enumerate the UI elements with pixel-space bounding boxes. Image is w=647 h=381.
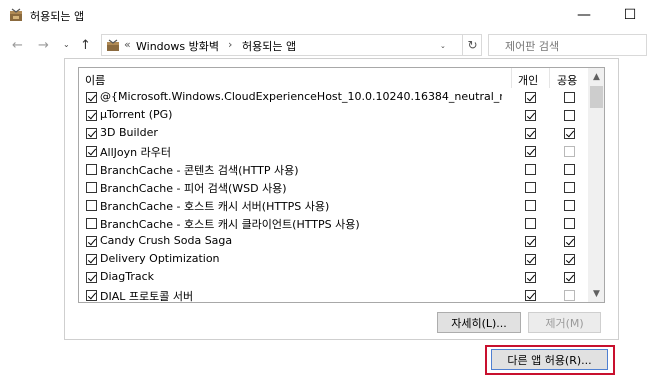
up-arrow-icon[interactable]: ↑ (80, 38, 91, 53)
app-name-label: DiagTrack (100, 270, 155, 283)
maximize-button[interactable]: ☐ (612, 0, 647, 30)
app-name-label: BranchCache - 피어 검색(WSD 사용) (100, 182, 287, 195)
minimize-button[interactable]: — (566, 0, 602, 30)
app-name-label: BranchCache - 호스트 캐시 서버(HTTPS 사용) (100, 200, 330, 213)
private-network-checkbox[interactable] (525, 218, 536, 229)
public-network-checkbox[interactable] (564, 182, 575, 193)
private-network-checkbox[interactable] (525, 92, 536, 103)
app-enabled-checkbox[interactable] (86, 200, 97, 211)
forward-arrow-icon[interactable]: → (38, 38, 49, 53)
app-enabled-checkbox[interactable] (86, 290, 97, 301)
breadcrumb-separator-icon[interactable]: › (228, 38, 232, 51)
allow-another-app-button[interactable]: 다른 앱 허용(R)... (491, 349, 608, 370)
list-row[interactable]: AllJoyn 라우터 (79, 142, 589, 160)
search-input[interactable]: 제어판 검색 (488, 34, 647, 56)
private-network-checkbox[interactable] (525, 254, 536, 265)
column-divider (511, 68, 512, 88)
app-name-label: BranchCache - 호스트 캐시 클라이언트(HTTPS 사용) (100, 218, 360, 231)
list-row[interactable]: BranchCache - 호스트 캐시 서버(HTTPS 사용) (79, 196, 589, 214)
title-bar: 허용되는 앱 — ☐ (0, 0, 647, 30)
column-divider (549, 68, 550, 88)
app-enabled-checkbox[interactable] (86, 164, 97, 175)
public-network-checkbox[interactable] (564, 92, 575, 103)
app-enabled-checkbox[interactable] (86, 128, 97, 139)
public-network-checkbox[interactable] (564, 164, 575, 175)
private-network-checkbox[interactable] (525, 200, 536, 211)
list-row[interactable]: µTorrent (PG) (79, 106, 589, 124)
private-network-checkbox[interactable] (525, 110, 536, 121)
column-header-private[interactable]: 개인 (518, 72, 538, 88)
public-network-checkbox (564, 146, 575, 157)
private-network-checkbox[interactable] (525, 164, 536, 175)
app-enabled-checkbox[interactable] (86, 218, 97, 229)
vertical-scrollbar[interactable]: ▲ ▼ (588, 68, 604, 302)
list-row[interactable]: BranchCache - 피어 검색(WSD 사용) (79, 178, 589, 196)
app-enabled-checkbox[interactable] (86, 146, 97, 157)
app-name-label: µTorrent (PG) (100, 108, 173, 121)
public-network-checkbox[interactable] (564, 272, 575, 283)
private-network-checkbox[interactable] (525, 290, 536, 301)
firewall-app-icon (10, 8, 22, 21)
address-bar[interactable]: « Windows 방화벽 › 허용되는 앱 ⌄ (101, 34, 482, 56)
recent-locations-chevron-icon[interactable]: ⌄ (63, 40, 70, 49)
public-network-checkbox[interactable] (564, 254, 575, 265)
details-button[interactable]: 자세히(L)... (437, 312, 521, 333)
app-name-label: DIAL 프로토콜 서버 (100, 290, 194, 303)
breadcrumb-windows-firewall[interactable]: Windows 방화벽 (136, 38, 219, 54)
private-network-checkbox[interactable] (525, 128, 536, 139)
app-enabled-checkbox[interactable] (86, 110, 97, 121)
address-root-chevron[interactable]: « (124, 38, 131, 51)
list-row[interactable]: BranchCache - 콘텐츠 검색(HTTP 사용) (79, 160, 589, 178)
list-row[interactable]: Candy Crush Soda Saga (79, 232, 589, 250)
breadcrumb-allowed-apps[interactable]: 허용되는 앱 (242, 38, 296, 54)
scrollbar-thumb[interactable] (590, 86, 603, 108)
public-network-checkbox[interactable] (564, 218, 575, 229)
back-arrow-icon[interactable]: ← (12, 38, 23, 53)
app-name-label: Candy Crush Soda Saga (100, 234, 233, 247)
list-row[interactable]: @{Microsoft.Windows.CloudExperienceHost_… (79, 88, 589, 106)
list-row[interactable]: DiagTrack (79, 268, 589, 286)
list-row[interactable]: BranchCache - 호스트 캐시 클라이언트(HTTPS 사용) (79, 214, 589, 232)
app-name-label: BranchCache - 콘텐츠 검색(HTTP 사용) (100, 164, 299, 177)
public-network-checkbox[interactable] (564, 128, 575, 139)
list-row[interactable]: 3D Builder (79, 124, 589, 142)
column-header-name[interactable]: 이름 (85, 72, 105, 88)
app-enabled-checkbox[interactable] (86, 272, 97, 283)
public-network-checkbox[interactable] (564, 200, 575, 211)
app-enabled-checkbox[interactable] (86, 182, 97, 193)
app-enabled-checkbox[interactable] (86, 236, 97, 247)
public-network-checkbox (564, 290, 575, 301)
private-network-checkbox[interactable] (525, 236, 536, 247)
app-name-label: 3D Builder (100, 126, 158, 139)
app-name-label: Delivery Optimization (100, 252, 220, 265)
address-dropdown-icon[interactable]: ⌄ (440, 42, 446, 50)
search-placeholder: 제어판 검색 (505, 40, 560, 53)
scroll-down-icon[interactable]: ▼ (588, 285, 604, 302)
app-enabled-checkbox[interactable] (86, 254, 97, 265)
app-enabled-checkbox[interactable] (86, 92, 97, 103)
column-header-public[interactable]: 공용 (557, 72, 577, 88)
private-network-checkbox[interactable] (525, 272, 536, 283)
private-network-checkbox[interactable] (525, 182, 536, 193)
remove-button[interactable]: 제거(M) (528, 312, 601, 333)
refresh-icon[interactable]: ↻ (462, 35, 482, 55)
public-network-checkbox[interactable] (564, 110, 575, 121)
app-name-label: AllJoyn 라우터 (100, 146, 171, 159)
list-row[interactable]: Delivery Optimization (79, 250, 589, 268)
public-network-checkbox[interactable] (564, 236, 575, 247)
app-name-label: @{Microsoft.Windows.CloudExperienceHost_… (100, 90, 502, 103)
private-network-checkbox[interactable] (525, 146, 536, 157)
control-panel-icon (107, 39, 119, 51)
list-header: 이름 개인 공용 (79, 68, 589, 88)
window-title: 허용되는 앱 (30, 10, 85, 23)
allowed-apps-list[interactable]: 이름 개인 공용 @{Microsoft.Windows.CloudExperi… (78, 67, 605, 303)
list-row[interactable]: DIAL 프로토콜 서버 (79, 286, 589, 303)
scroll-up-icon[interactable]: ▲ (588, 68, 604, 85)
